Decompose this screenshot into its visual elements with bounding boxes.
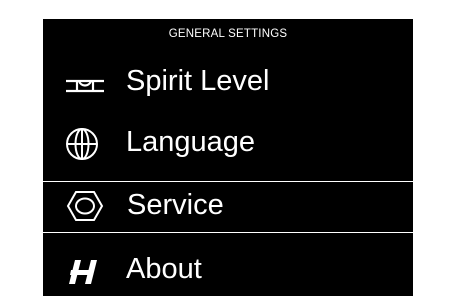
menu-item-spirit-level[interactable]: Spirit Level bbox=[43, 56, 413, 112]
menu-item-service[interactable]: Service bbox=[7, 181, 447, 233]
globe-icon bbox=[66, 128, 98, 160]
menu-item-label: Spirit Level bbox=[126, 65, 270, 97]
page-title: GENERAL SETTINGS bbox=[168, 28, 288, 40]
spirit-level-icon bbox=[66, 79, 104, 93]
menu-item-label: Service bbox=[127, 189, 224, 221]
hexagon-nut-icon bbox=[66, 191, 104, 221]
menu-item-language[interactable]: Language bbox=[43, 117, 413, 173]
menu-item-label: About bbox=[126, 253, 202, 285]
menu-item-label: Language bbox=[126, 126, 256, 158]
menu-item-about[interactable]: About bbox=[43, 244, 413, 300]
h-logo-icon bbox=[69, 260, 97, 284]
